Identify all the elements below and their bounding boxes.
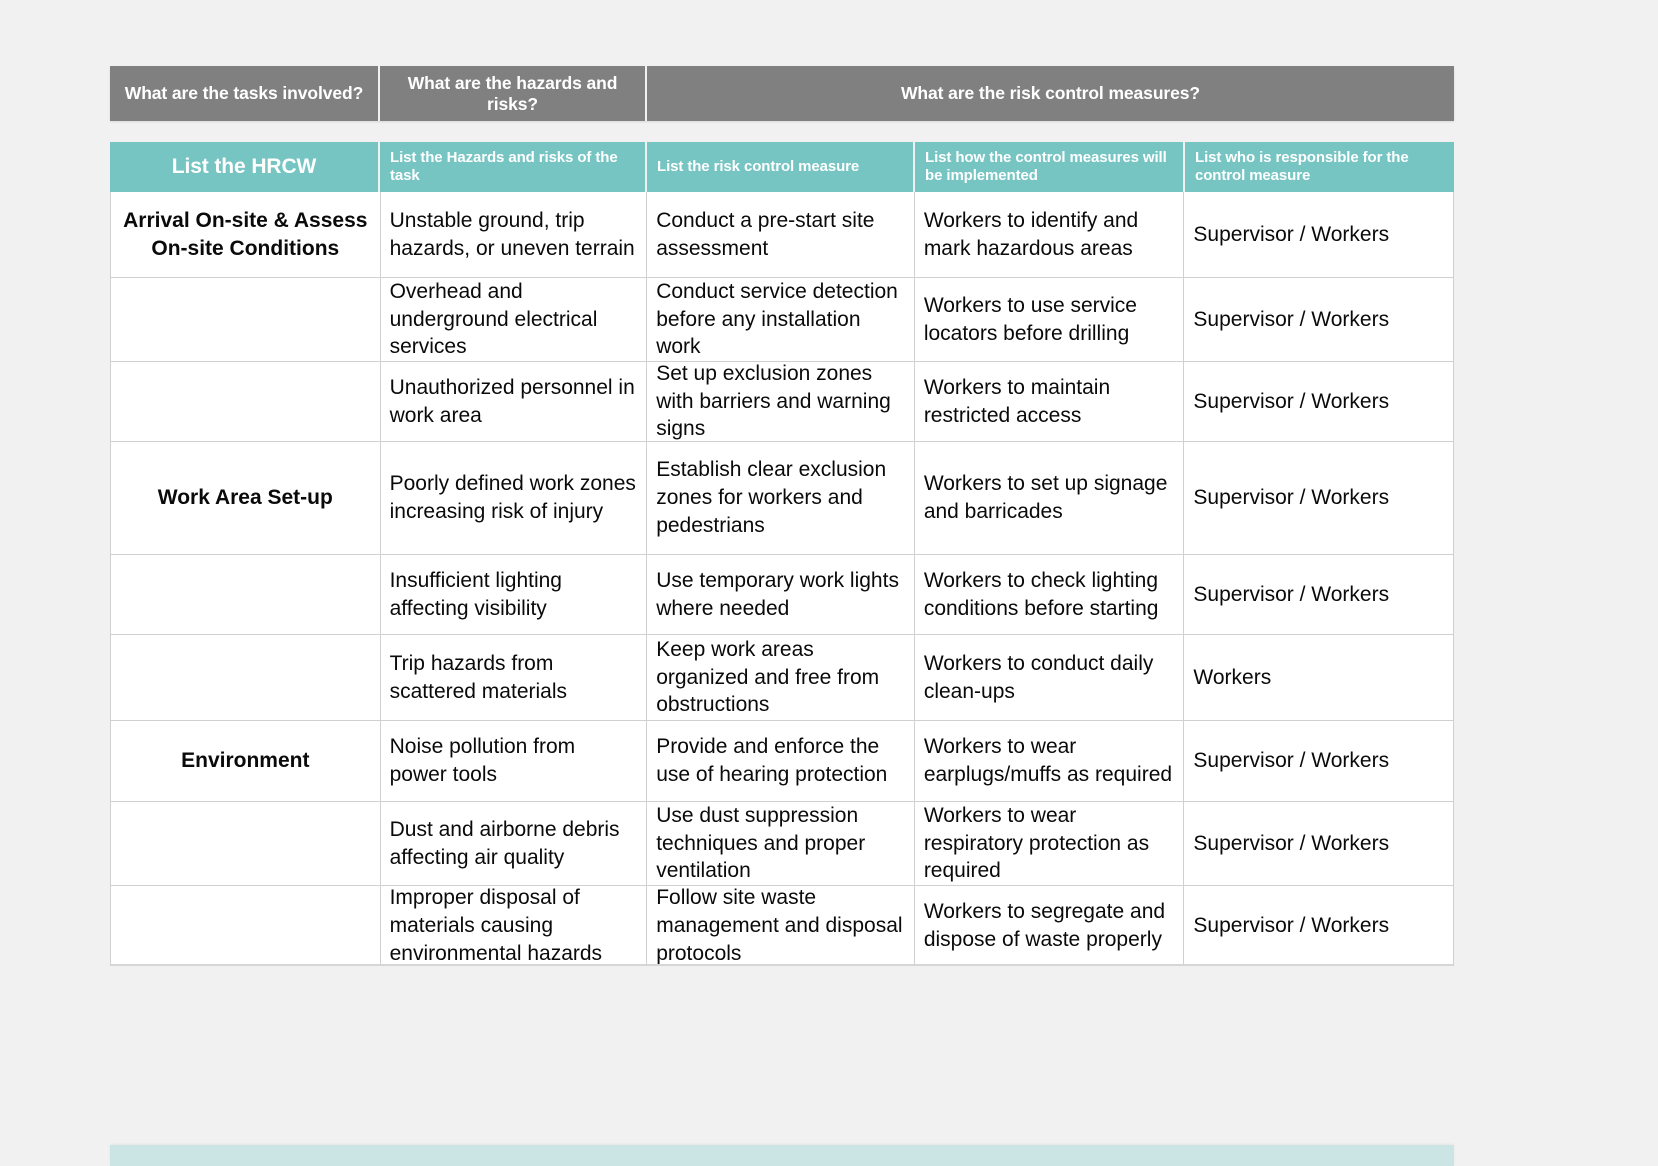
cell-implementation: Workers to wear earplugs/muffs as requir…	[915, 721, 1185, 801]
banner-group-hazards: What are the hazards and risks?	[380, 66, 647, 121]
table-row: Unauthorized personnel in work area Set u…	[111, 362, 1453, 442]
banner-group-risk-controls: What are the risk control measures?	[647, 66, 1454, 121]
table-row: Improper disposal of materials causing e…	[111, 886, 1453, 964]
column-header-responsible: List who is responsible for the control …	[1185, 142, 1454, 192]
table-row: Arrival On-site & Assess On-site Conditi…	[111, 192, 1453, 278]
next-section-header-strip	[110, 1145, 1454, 1166]
cell-implementation: Workers to maintain restricted access	[915, 362, 1185, 441]
table-row: Insufficient lighting affecting visibili…	[111, 555, 1453, 635]
column-header-implementation: List how the control measures will be im…	[915, 142, 1185, 192]
banner-group-tasks: What are the tasks involved?	[110, 66, 380, 121]
cell-responsible: Supervisor / Workers	[1193, 831, 1390, 855]
cell-task	[111, 555, 381, 634]
cell-responsible: Supervisor / Workers	[1193, 582, 1390, 606]
cell-implementation: Workers to segregate and dispose of wast…	[915, 886, 1185, 964]
cell-task	[111, 278, 381, 361]
table-row: Work Area Set-up Poorly defined work zone…	[111, 442, 1453, 555]
cell-risk-control: Set up exclusion zones with barriers and…	[647, 362, 915, 441]
cell-responsible: Supervisor / Workers	[1193, 914, 1390, 938]
banner-group-header-row: What are the tasks involved? What are th…	[110, 66, 1454, 121]
cell-implementation: Workers to check lighting conditions bef…	[915, 555, 1185, 634]
column-header-hazards: List the Hazards and risks of the task	[380, 142, 647, 192]
cell-risk-control: Conduct service detection before any ins…	[647, 278, 915, 361]
cell-task	[111, 886, 381, 964]
table-column-header-row: List the HRCW List the Hazards and risks…	[110, 142, 1454, 192]
cell-risk-control: Use temporary work lights where needed	[647, 555, 915, 634]
cell-hazard: Unauthorized personnel in work area	[381, 362, 648, 441]
cell-responsible: Supervisor / Workers	[1193, 486, 1390, 510]
cell-responsible: Supervisor / Workers	[1193, 389, 1390, 413]
cell-hazard: Trip hazards from scattered materials	[381, 635, 648, 720]
cell-implementation: Workers to identify and mark hazardous a…	[915, 192, 1185, 277]
cell-task	[111, 362, 381, 441]
cell-hazard: Poorly defined work zones increasing ris…	[381, 442, 648, 554]
cell-task	[111, 635, 381, 720]
column-header-risk-control-measure: List the risk control measure	[647, 142, 915, 192]
cell-hazard: Overhead and underground electrical serv…	[381, 278, 648, 361]
risk-assessment-table-body: Arrival On-site & Assess On-site Conditi…	[110, 192, 1454, 966]
cell-risk-control: Use dust suppression techniques and prop…	[647, 802, 915, 885]
cell-responsible: Supervisor / Workers	[1193, 222, 1390, 246]
cell-task	[111, 802, 381, 885]
cell-hazard: Improper disposal of materials causing e…	[381, 886, 648, 964]
cell-implementation: Workers to conduct daily clean-ups	[915, 635, 1185, 720]
cell-risk-control: Conduct a pre-start site assessment	[647, 192, 915, 277]
cell-implementation: Workers to set up signage and barricades	[915, 442, 1185, 554]
cell-responsible: Workers	[1193, 665, 1272, 689]
cell-hazard: Dust and airborne debris affecting air q…	[381, 802, 648, 885]
cell-implementation: Workers to wear respiratory protection a…	[915, 802, 1185, 885]
cell-task: Work Area Set-up	[111, 442, 381, 554]
cell-risk-control: Provide and enforce the use of hearing p…	[647, 721, 915, 801]
cell-risk-control: Keep work areas organized and free from …	[647, 635, 915, 720]
cell-task: Arrival On-site & Assess On-site Conditi…	[111, 192, 381, 277]
cell-responsible: Supervisor / Workers	[1193, 749, 1390, 773]
table-row: Trip hazards from scattered materials Kee…	[111, 635, 1453, 721]
table-row: Environment Noise pollution from power to…	[111, 721, 1453, 802]
cell-hazard: Noise pollution from power tools	[381, 721, 648, 801]
cell-implementation: Workers to use service locators before d…	[915, 278, 1185, 361]
cell-risk-control: Establish clear exclusion zones for work…	[647, 442, 915, 554]
cell-task: Environment	[111, 721, 381, 801]
cell-responsible: Supervisor / Workers	[1193, 307, 1390, 331]
cell-hazard: Insufficient lighting affecting visibili…	[381, 555, 648, 634]
cell-risk-control: Follow site waste management and disposa…	[647, 886, 915, 964]
column-header-hrcw: List the HRCW	[110, 142, 380, 192]
table-row: Dust and airborne debris affecting air q…	[111, 802, 1453, 886]
table-row: Overhead and underground electrical serv…	[111, 278, 1453, 362]
cell-hazard: Unstable ground, trip hazards, or uneven…	[381, 192, 648, 277]
